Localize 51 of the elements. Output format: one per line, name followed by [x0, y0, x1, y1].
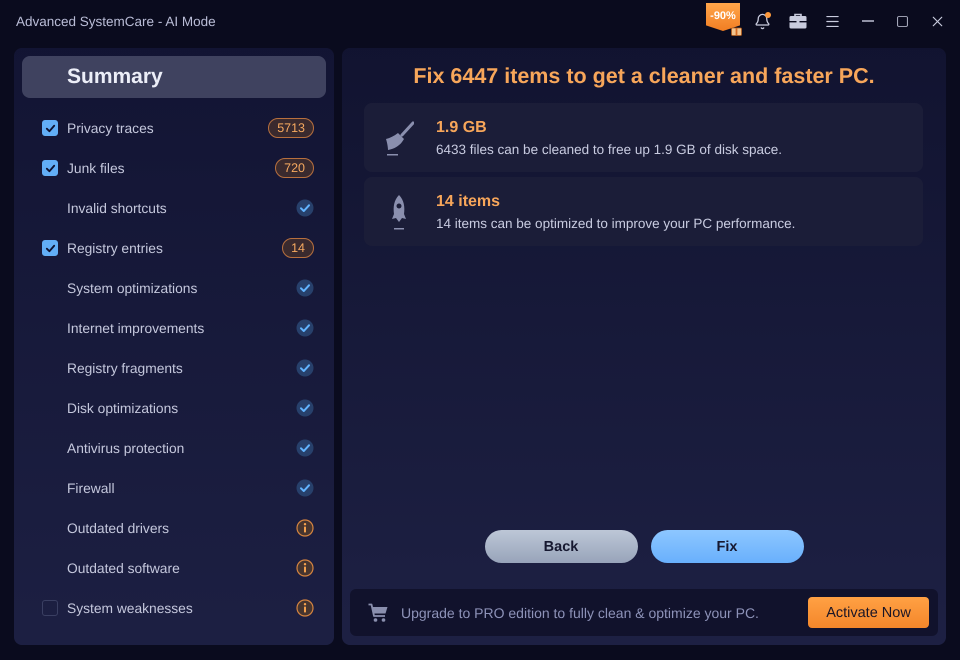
check-circle-icon — [296, 399, 314, 417]
item-label: Disk optimizations — [67, 400, 180, 416]
item-label: Junk files — [67, 160, 126, 176]
item-label: Antivirus protection — [67, 440, 186, 456]
item-label: System weaknesses — [67, 600, 194, 616]
bell-icon — [754, 12, 771, 30]
cart-icon — [368, 602, 388, 622]
count-badge: 5713 — [268, 118, 314, 138]
info-icon — [296, 519, 314, 537]
checkbox[interactable] — [42, 120, 58, 136]
info-icon — [296, 599, 314, 617]
checkbox[interactable] — [42, 600, 58, 616]
check-circle-icon — [296, 319, 314, 337]
item-label: Internet improvements — [67, 320, 206, 336]
check-circle-icon — [296, 199, 314, 217]
item-label: Outdated drivers — [67, 520, 170, 536]
check-circle-icon — [296, 479, 314, 497]
check-circle-icon — [296, 359, 314, 377]
checkmark-icon — [44, 242, 56, 254]
result-description: 14 items can be optimized to improve your PC performance. — [436, 216, 796, 230]
count-badge: 14 — [282, 238, 314, 258]
fix-button[interactable]: Fix — [650, 530, 804, 563]
checkmark-icon — [44, 162, 56, 174]
item-label: Privacy traces — [67, 120, 155, 136]
window-title: Advanced SystemCare - AI Mode — [16, 14, 217, 28]
item-label: Invalid shortcuts — [67, 200, 168, 216]
info-icon — [296, 559, 314, 577]
item-label: Outdated software — [67, 560, 181, 576]
headline: Fix 6447 items to get a cleaner and faster PC. — [412, 63, 876, 90]
item-label: Registry entries — [67, 240, 164, 256]
check-circle-icon — [296, 439, 314, 457]
count-badge: 720 — [275, 158, 314, 178]
back-button[interactable]: Back — [484, 530, 638, 563]
check-circle-icon — [296, 279, 314, 297]
toolbox-icon — [788, 13, 806, 29]
result-description: 6433 files can be cleaned to free up 1.9 GB of disk space. — [436, 142, 782, 156]
gift-icon — [731, 25, 742, 36]
item-label: Firewall — [67, 480, 116, 496]
summary-heading[interactable]: Summary — [22, 56, 326, 98]
broom-icon — [384, 120, 414, 156]
maximize-icon — [896, 14, 909, 28]
item-label: System optimizations — [67, 280, 198, 296]
checkmark-icon — [44, 122, 56, 134]
result-value: 14 items — [436, 192, 502, 210]
result-value: 1.9 GB — [436, 118, 488, 136]
item-label: Registry fragments — [67, 360, 184, 376]
checkbox[interactable] — [42, 240, 58, 256]
upgrade-message: Upgrade to PRO edition to fully clean & optimize your PC. — [401, 604, 760, 620]
checkbox[interactable] — [42, 160, 58, 176]
minimize-icon — [862, 20, 874, 22]
activate-now-button[interactable]: Activate Now — [808, 597, 929, 628]
